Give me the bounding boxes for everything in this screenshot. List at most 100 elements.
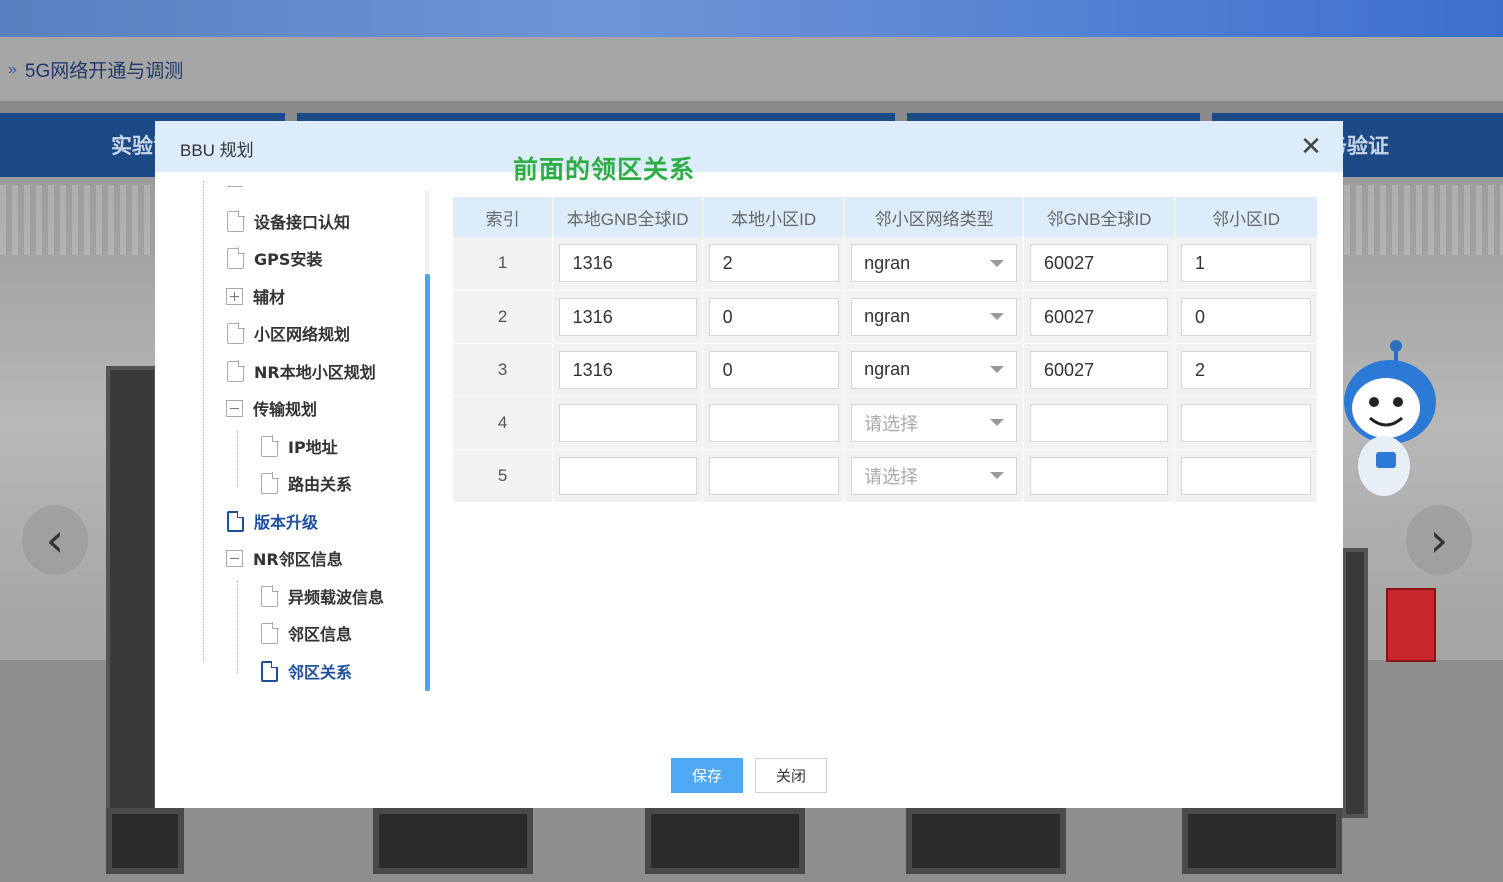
tree-item-transport-planning[interactable]: 传输规划 (226, 394, 317, 422)
table-row: 1 1316 2 ngran 60027 1 (453, 237, 1318, 291)
equipment-rack[interactable] (106, 366, 158, 826)
neighbor-gnb-id-input[interactable]: 60027 (1030, 297, 1169, 336)
table-cell: 2 (702, 237, 846, 291)
local-gnb-id-input[interactable]: 1316 (558, 350, 697, 389)
collapse-minus-icon[interactable] (226, 549, 243, 567)
chevron-down-icon[interactable] (990, 366, 1005, 373)
neighbor-gnb-id-input[interactable] (1030, 403, 1169, 442)
table-cell: 60027 (1023, 343, 1176, 397)
table-cell: 1316 (552, 343, 704, 397)
column-header-local-gnb-id: 本地GNB全球ID (552, 197, 704, 237)
table-cell: 60027 (1023, 237, 1176, 291)
document-icon (227, 210, 245, 232)
neighbor-network-type-select[interactable]: 请选择 (851, 456, 1018, 495)
row-index: 3 (453, 343, 554, 397)
table-cell: 请选择 (844, 396, 1025, 450)
document-icon (261, 435, 279, 457)
table-cell: 1316 (552, 290, 704, 344)
neighbor-cell-id-input[interactable]: 2 (1181, 350, 1311, 389)
table-cell: 0 (702, 343, 846, 397)
local-gnb-id-input[interactable]: 1316 (558, 244, 697, 283)
neighbor-cell-id-input[interactable]: 0 (1181, 297, 1311, 336)
tree-item-cell-network-planning[interactable]: 小区网络规划 (227, 319, 350, 347)
close-icon[interactable]: ✕ (1297, 133, 1325, 161)
local-gnb-id-input[interactable]: 1316 (558, 297, 697, 336)
table-row: 3 1316 0 ngran 60027 2 (453, 343, 1318, 397)
document-icon (227, 322, 245, 344)
tree-item-label: 辅材 (253, 288, 286, 307)
tree-scrollbar-thumb[interactable] (425, 274, 430, 691)
table-cell: 1316 (552, 237, 704, 291)
tree-item-accessories[interactable]: 辅材 (226, 282, 285, 310)
neighbor-network-type-select[interactable]: ngran (851, 350, 1018, 389)
equipment-rack[interactable] (1342, 548, 1368, 818)
neighbor-gnb-id-input[interactable]: 60027 (1030, 350, 1169, 389)
rack-base (906, 808, 1066, 874)
tree-item-neighbor-relation[interactable]: 邻区关系 (261, 657, 352, 685)
chevron-down-icon[interactable] (990, 259, 1005, 267)
tree-item-neighbor-info[interactable]: 邻区信息 (261, 619, 352, 647)
tree-item-device-interface[interactable]: 设备接口认知 (227, 207, 350, 235)
rack-base (373, 808, 533, 874)
table-cell (552, 396, 704, 450)
local-gnb-id-input[interactable] (558, 456, 697, 495)
neighbor-network-type-select[interactable]: ngran (851, 244, 1018, 283)
tree-item-route-relation[interactable]: 路由关系 (261, 469, 352, 497)
breadcrumb: » 5G网络开通与调测 (8, 56, 183, 83)
table-row: 4 请选择 (453, 396, 1318, 450)
tree-item-label: 传输规划 (253, 400, 318, 419)
tree-item-gps-install[interactable]: GPS安装 (227, 244, 322, 272)
document-icon (261, 622, 279, 644)
tree-item-version-upgrade[interactable]: 版本升级 (227, 507, 318, 535)
tree-item-nr-local-cell-planning[interactable]: NR本地小区规划 (227, 357, 376, 385)
table-cell (552, 449, 704, 503)
tree-item-label: GPS安装 (254, 250, 323, 269)
table-cell: 0 (702, 290, 846, 344)
row-index: 1 (453, 237, 554, 291)
local-cell-id-input[interactable]: 0 (708, 297, 839, 336)
neighbor-cell-id-input[interactable] (1181, 456, 1311, 495)
neighbor-network-type-select[interactable]: 请选择 (851, 403, 1018, 442)
local-cell-id-input[interactable] (708, 456, 839, 495)
next-arrow-icon[interactable]: › (1406, 505, 1472, 575)
local-cell-id-input[interactable]: 2 (708, 244, 839, 283)
tree-item-inter-freq-carrier[interactable]: 异频载波信息 (261, 582, 384, 610)
tree-item-label: 邻区信息 (288, 625, 353, 644)
navigation-tree: 设备接口认知 GPS安装 辅材 小区网络规划 NR本地小区规划 传输规划 IP地… (155, 181, 430, 741)
dialog-title: BBU 规划 (180, 141, 254, 160)
annotation-text: 前面的领区关系 (513, 155, 696, 184)
rack-base (106, 808, 184, 874)
collapse-minus-icon[interactable] (226, 399, 243, 417)
document-icon (261, 660, 278, 682)
column-header-neighbor-gnb-id: 邻GNB全球ID (1023, 197, 1176, 237)
neighbor-relation-table: 索引 本地GNB全球ID 本地小区ID 邻小区网络类型 邻GNB全球ID 邻小区… (453, 197, 1318, 503)
neighbor-cell-id-input[interactable] (1181, 403, 1311, 442)
table-cell (1023, 449, 1176, 503)
tree-item-label: NR本地小区规划 (254, 363, 376, 382)
neighbor-cell-id-input[interactable]: 1 (1181, 244, 1311, 283)
neighbor-gnb-id-input[interactable] (1030, 456, 1169, 495)
chevron-down-icon[interactable] (990, 313, 1005, 320)
tree-item-label: 邻区关系 (288, 663, 353, 682)
document-icon (261, 585, 279, 607)
chevron-down-icon[interactable] (990, 472, 1005, 479)
fire-extinguisher-box (1386, 588, 1436, 662)
chevron-down-icon[interactable] (990, 419, 1005, 426)
table-cell (702, 449, 846, 503)
neighbor-gnb-id-input[interactable]: 60027 (1030, 244, 1169, 283)
tree-item-nr-neighbor-info[interactable]: NR邻区信息 (226, 544, 343, 572)
expand-plus-icon[interactable] (226, 287, 243, 305)
select-value: ngran (864, 359, 911, 379)
close-button[interactable]: 关闭 (755, 758, 827, 793)
neighbor-network-type-select[interactable]: ngran (851, 297, 1018, 336)
table-cell: ngran (844, 237, 1025, 291)
local-cell-id-input[interactable] (708, 403, 839, 442)
tree-item-ip-address[interactable]: IP地址 (261, 432, 338, 460)
save-button[interactable]: 保存 (671, 758, 743, 793)
breadcrumb-label: 5G网络开通与调测 (24, 61, 184, 82)
tree-toggle-partial[interactable] (227, 181, 243, 187)
previous-arrow-icon[interactable]: ‹ (22, 505, 88, 575)
local-gnb-id-input[interactable] (558, 403, 697, 442)
document-icon (227, 247, 245, 269)
local-cell-id-input[interactable]: 0 (708, 350, 839, 389)
